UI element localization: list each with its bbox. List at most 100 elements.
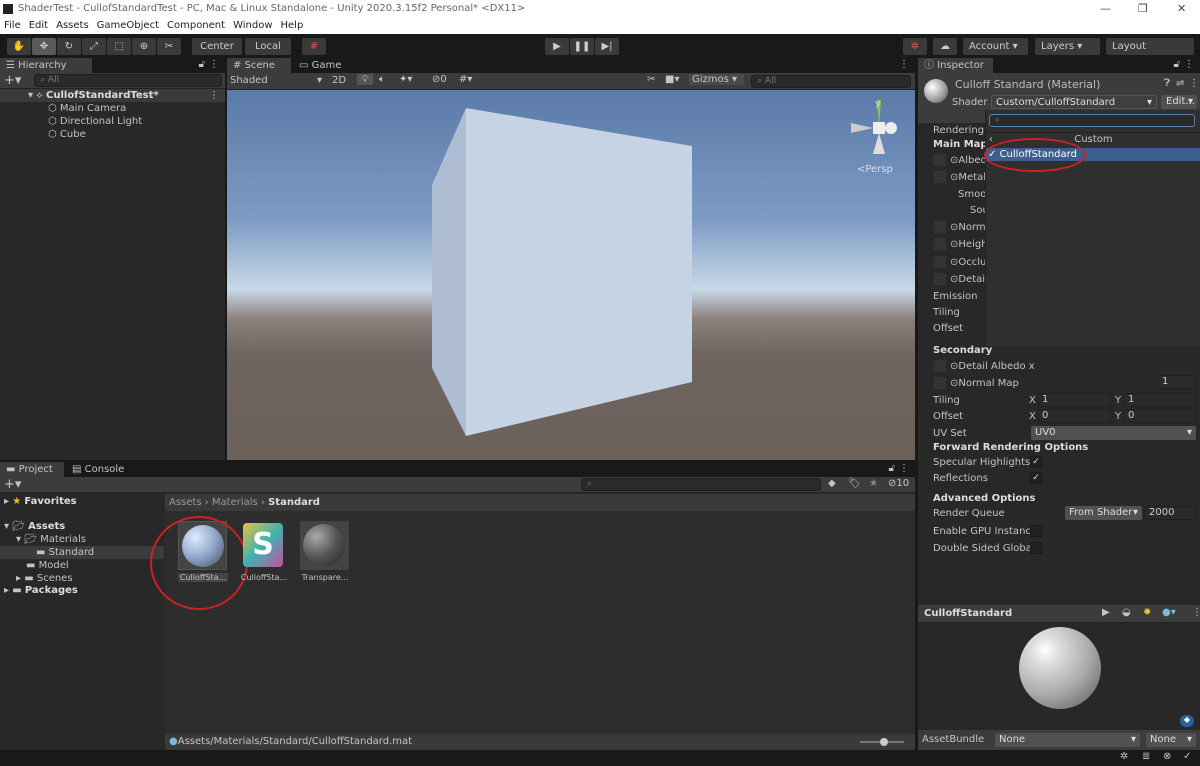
render-queue-dropdown[interactable]: From Shader bbox=[1065, 506, 1142, 520]
scene-search-input[interactable]: ⌕ All bbox=[751, 75, 911, 88]
lighting-toggle-icon[interactable]: 💡︎ bbox=[357, 74, 373, 85]
help-icon[interactable]: ❓︎ bbox=[1164, 78, 1170, 89]
preview-mesh-icon[interactable]: ◒ bbox=[1122, 607, 1131, 618]
more-icon[interactable]: ⋮ bbox=[209, 59, 219, 70]
cache-icon[interactable]: ≣ bbox=[1142, 751, 1150, 762]
minimize-button[interactable]: — bbox=[1100, 0, 1111, 18]
check-icon[interactable]: ✓ bbox=[1183, 751, 1191, 762]
play-button[interactable]: ▶ bbox=[545, 38, 569, 55]
move-tool-icon[interactable]: ✥ bbox=[32, 38, 56, 55]
close-button[interactable]: ✕ bbox=[1177, 0, 1186, 18]
menu-edit[interactable]: Edit bbox=[29, 20, 48, 31]
slider-handle[interactable] bbox=[880, 738, 888, 746]
edit-shader-button[interactable]: Edit... bbox=[1161, 95, 1197, 109]
transform-tool-icon[interactable]: ⊕ bbox=[132, 38, 156, 55]
texture-slot[interactable] bbox=[933, 220, 947, 234]
menu-window[interactable]: Window bbox=[233, 20, 272, 31]
auto-generate-lighting-icon[interactable]: ⊗ bbox=[1163, 751, 1171, 762]
preset-icon[interactable]: ⇌ bbox=[1176, 78, 1184, 89]
custom-tool-icon[interactable]: ✂ bbox=[157, 38, 181, 55]
search-by-type-icon[interactable]: ◆ bbox=[828, 478, 836, 489]
scene-gizmo[interactable]: y bbox=[849, 98, 909, 168]
shader-search-input[interactable]: ⌕ bbox=[989, 114, 1195, 127]
tools-icon[interactable]: ✂ bbox=[647, 74, 655, 85]
tree-item-materials[interactable]: ▾ 📂︎ Materials bbox=[16, 533, 86, 546]
breadcrumb-standard[interactable]: Standard bbox=[268, 497, 320, 508]
cloud-icon[interactable]: ☁ bbox=[933, 38, 957, 55]
layout-dropdown[interactable]: Layout bbox=[1106, 38, 1194, 55]
shading-mode-dropdown[interactable]: Shaded ▾ bbox=[230, 74, 322, 88]
tab-project[interactable]: ▬ Project bbox=[0, 462, 64, 477]
scene-menu-icon[interactable]: ⋮ bbox=[209, 89, 219, 102]
grid-snap-icon[interactable]: # bbox=[302, 38, 326, 55]
texture-slot[interactable] bbox=[933, 376, 947, 390]
play-preview-icon[interactable]: ▶ bbox=[1102, 607, 1110, 618]
lock-icon[interactable]: 🔓︎ bbox=[889, 463, 895, 474]
material-preview-sphere[interactable] bbox=[1019, 627, 1101, 709]
preview-background-icon[interactable]: ●▾ bbox=[1162, 607, 1176, 618]
label-tag-icon[interactable]: ◆ bbox=[1180, 715, 1194, 727]
rect-tool-icon[interactable]: ⬚ bbox=[107, 38, 131, 55]
2d-toggle[interactable]: 2D bbox=[332, 75, 346, 86]
layers-dropdown[interactable]: Layers ▾ bbox=[1035, 38, 1100, 55]
add-button[interactable]: +▾ bbox=[4, 73, 21, 88]
more-icon[interactable]: ⋮ bbox=[1192, 607, 1200, 618]
scene-row[interactable]: ▾ ⟡ CullofStandardTest* ⋮ bbox=[0, 89, 225, 102]
asset-item[interactable]: S CulloffSta... bbox=[241, 521, 291, 582]
specular-checkbox[interactable]: ✓ bbox=[1030, 456, 1042, 468]
normal-scale-field[interactable]: 1 bbox=[1158, 375, 1196, 389]
grid-icon[interactable]: #▾ bbox=[459, 74, 472, 85]
asset-item[interactable]: Transpare... bbox=[300, 521, 350, 582]
double-sided-checkbox[interactable] bbox=[1030, 542, 1042, 554]
hidden-packages-icon[interactable]: ⊘10 bbox=[888, 478, 909, 489]
debug-icon[interactable]: ✲ bbox=[1120, 751, 1128, 762]
more-icon[interactable]: ⋮ bbox=[899, 59, 909, 70]
tree-item-packages[interactable]: ▸ ▬ Packages bbox=[4, 584, 78, 597]
pivot-center-button[interactable]: Center bbox=[192, 38, 242, 55]
tree-item-model[interactable]: ▬ Model bbox=[26, 559, 69, 572]
texture-slot[interactable] bbox=[933, 237, 947, 251]
texture-slot[interactable] bbox=[933, 255, 947, 269]
tiling-x-field[interactable]: 1 bbox=[1038, 393, 1111, 407]
offset-x-field[interactable]: 0 bbox=[1038, 409, 1111, 423]
tab-game[interactable]: ▭ Game bbox=[293, 58, 347, 73]
texture-slot[interactable] bbox=[933, 170, 947, 184]
scene-viewport[interactable]: y <Persp bbox=[227, 90, 915, 460]
audio-toggle-icon[interactable]: 🔈︎ bbox=[379, 74, 385, 85]
maximize-button[interactable]: ❐ bbox=[1138, 0, 1148, 18]
asset-bundle-variant-dropdown[interactable]: None bbox=[1146, 733, 1196, 747]
account-dropdown[interactable]: Account ▾ bbox=[963, 38, 1028, 55]
hand-tool-icon[interactable]: ✋ bbox=[7, 38, 31, 55]
icon-size-slider[interactable] bbox=[860, 738, 904, 746]
texture-slot[interactable] bbox=[933, 153, 947, 167]
tiling-y-field[interactable]: 1 bbox=[1124, 393, 1196, 407]
uv-set-dropdown[interactable]: UV0 bbox=[1031, 426, 1196, 440]
breadcrumb-materials[interactable]: Materials bbox=[212, 497, 258, 508]
breadcrumb-assets[interactable]: Assets bbox=[169, 497, 202, 508]
hierarchy-item[interactable]: ⬡ Cube bbox=[48, 128, 86, 141]
hierarchy-item[interactable]: ⬡ Main Camera bbox=[48, 102, 126, 115]
hierarchy-search-input[interactable]: ⌕ All bbox=[34, 74, 222, 87]
search-by-label-icon[interactable]: 🏷︎ bbox=[848, 478, 861, 489]
texture-slot[interactable] bbox=[933, 272, 947, 286]
more-icon[interactable]: ⋮ bbox=[1184, 59, 1194, 70]
step-button[interactable]: ▶| bbox=[595, 38, 619, 55]
menu-file[interactable]: File bbox=[4, 20, 21, 31]
menu-component[interactable]: Component bbox=[167, 20, 225, 31]
reflections-checkbox[interactable]: ✓ bbox=[1030, 472, 1042, 484]
collab-icon[interactable]: ✲ bbox=[903, 38, 927, 55]
camera-icon[interactable]: ■▾ bbox=[665, 74, 679, 85]
menu-gameobject[interactable]: GameObject bbox=[97, 20, 159, 31]
favorites-icon[interactable]: ★ bbox=[869, 478, 878, 489]
lock-icon[interactable]: 🔓︎ bbox=[1174, 59, 1180, 70]
menu-assets[interactable]: Assets bbox=[56, 20, 89, 31]
tree-item-favorites[interactable]: ▸ ★ Favorites bbox=[4, 495, 77, 508]
more-icon[interactable]: ⋮ bbox=[899, 463, 909, 474]
rotate-tool-icon[interactable]: ↻ bbox=[57, 38, 81, 55]
create-button[interactable]: +▾ bbox=[4, 477, 21, 492]
tree-item-assets[interactable]: ▾ 📂︎ Assets bbox=[4, 520, 65, 533]
gizmos-dropdown[interactable]: Gizmos ▾ bbox=[689, 74, 744, 85]
tab-inspector[interactable]: ⓘ Inspector bbox=[918, 58, 993, 73]
preview-light-icon[interactable]: ✹ bbox=[1143, 607, 1151, 618]
tree-item-standard[interactable]: ▬ Standard bbox=[0, 546, 164, 559]
